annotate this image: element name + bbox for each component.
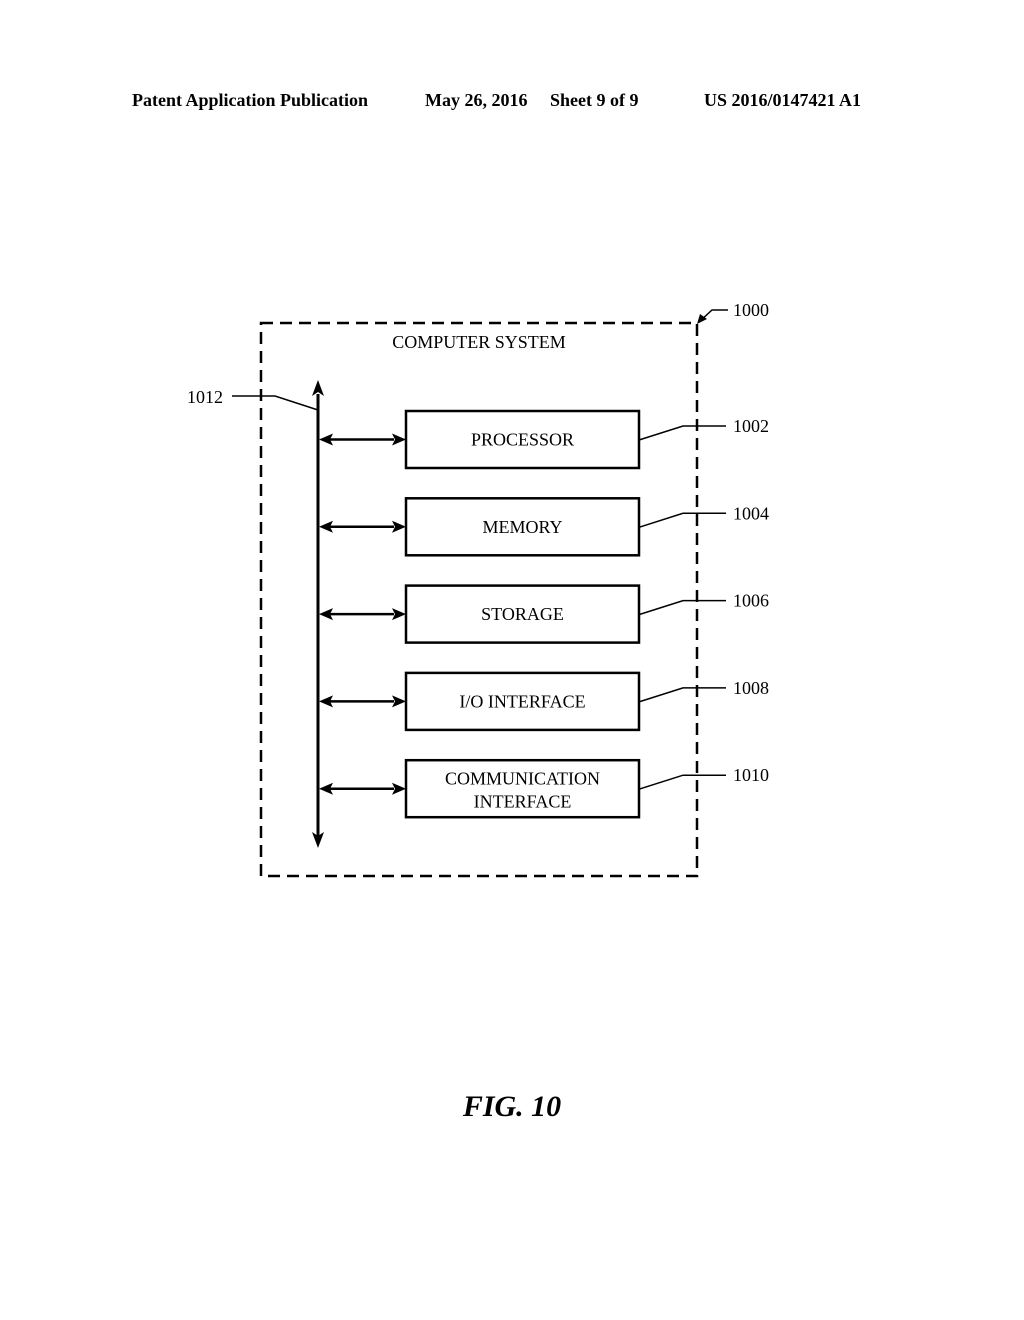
system-ref-number: 1000	[733, 300, 769, 320]
component-label: I/O INTERFACE	[459, 691, 585, 711]
component-ref-number: 1002	[733, 416, 769, 436]
component-ref-number: 1010	[733, 765, 769, 785]
component-label: STORAGE	[481, 604, 564, 624]
component-ref-number: 1006	[733, 591, 769, 611]
component-label: MEMORY	[482, 517, 562, 537]
component-ref-number: 1004	[733, 503, 769, 523]
bus-arrowhead-top	[312, 380, 324, 396]
arrowhead-right	[392, 608, 406, 621]
component-label: COMMUNICATION	[445, 769, 600, 789]
figure-caption: FIG. 10	[462, 1090, 562, 1123]
arrowhead-right	[392, 695, 406, 708]
component-ref-leader	[638, 599, 726, 616]
component-ref-leader	[638, 687, 726, 703]
component-ref-number: 1008	[733, 678, 769, 698]
bus-ref-number: 1012	[187, 387, 223, 407]
component-label: PROCESSOR	[471, 430, 574, 450]
arrowhead-right	[392, 433, 406, 446]
component-ref-leader	[638, 512, 726, 529]
arrowhead-right	[392, 520, 406, 533]
component-ref-leader	[638, 425, 726, 441]
arrowhead-right	[392, 782, 406, 795]
bus-ref-leader	[232, 395, 319, 411]
component-ref-leader	[638, 774, 726, 790]
component-label-line2: INTERFACE	[474, 792, 572, 812]
computer-system-label: COMPUTER SYSTEM	[392, 332, 566, 352]
